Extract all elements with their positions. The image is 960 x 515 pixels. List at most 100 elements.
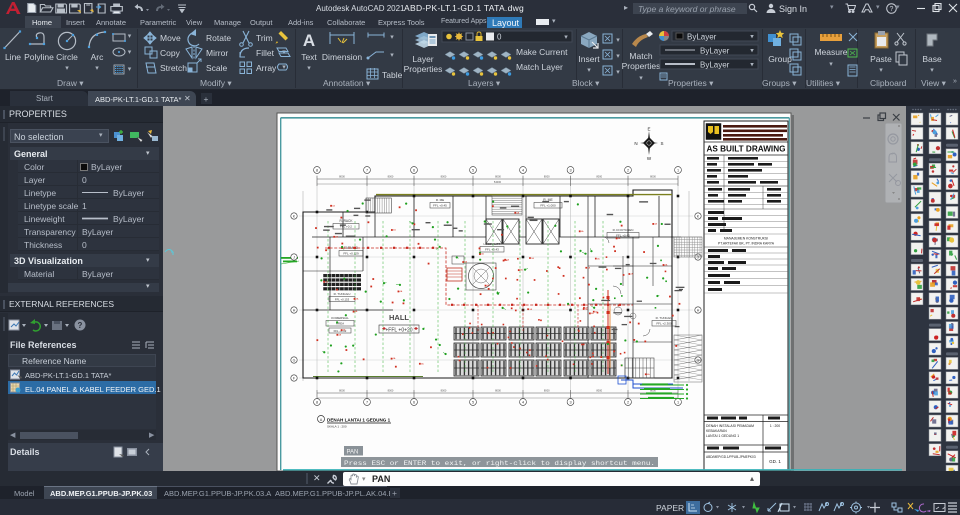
svg-text:J: J bbox=[293, 255, 295, 259]
svg-text:Fillet: Fillet bbox=[256, 48, 275, 58]
svg-text:2: 2 bbox=[627, 401, 629, 405]
svg-text:R. TUNGGU: R. TUNGGU bbox=[334, 292, 351, 296]
svg-text:▾: ▾ bbox=[930, 67, 934, 74]
svg-text:▾: ▾ bbox=[587, 67, 591, 74]
svg-text:?: ? bbox=[78, 321, 83, 330]
svg-text:2: 2 bbox=[627, 169, 629, 173]
svg-text:KOMERSIAL: KOMERSIAL bbox=[331, 316, 349, 320]
svg-text:PAN: PAN bbox=[347, 450, 359, 456]
svg-text:ABD/MEP/GD.1/PPUB-JPMEPK03: ABD/MEP/GD.1/PPUB-JPMEPK03 bbox=[706, 455, 756, 459]
svg-text:H: H bbox=[293, 308, 296, 312]
svg-text:8000: 8000 bbox=[650, 175, 656, 179]
svg-text:6: 6 bbox=[413, 169, 415, 173]
svg-text:FFL +0.43: FFL +0.43 bbox=[485, 248, 499, 252]
svg-text:A: A bbox=[303, 31, 315, 50]
svg-text:ByLayer: ByLayer bbox=[700, 47, 730, 56]
svg-text:1 : 200: 1 : 200 bbox=[770, 424, 780, 428]
svg-text:ByLayer: ByLayer bbox=[700, 61, 730, 70]
svg-text:Group: Group bbox=[768, 54, 792, 64]
svg-text:▾: ▾ bbox=[564, 34, 568, 41]
svg-text:SKALA 1 : 200: SKALA 1 : 200 bbox=[327, 425, 347, 429]
svg-text:▾: ▾ bbox=[750, 48, 754, 55]
svg-text:Array: Array bbox=[256, 63, 277, 73]
svg-text:Rotate: Rotate bbox=[206, 33, 231, 43]
svg-text:Move: Move bbox=[160, 33, 181, 43]
svg-text:Trim: Trim bbox=[256, 33, 273, 43]
svg-text:E: E bbox=[647, 127, 650, 132]
svg-text:Circle: Circle bbox=[56, 52, 78, 62]
svg-text:0: 0 bbox=[497, 33, 502, 42]
svg-text:4: 4 bbox=[522, 169, 524, 173]
svg-text:7: 7 bbox=[366, 169, 368, 173]
svg-text:▾: ▾ bbox=[390, 34, 394, 41]
svg-text:▾: ▾ bbox=[65, 65, 69, 72]
svg-text:R. TUNGGU: R. TUNGGU bbox=[656, 316, 673, 320]
svg-text:▾: ▾ bbox=[128, 33, 132, 40]
svg-text:▾: ▾ bbox=[750, 62, 754, 69]
svg-text:54000: 54000 bbox=[494, 180, 502, 184]
svg-text:AS BUILT DRAWING: AS BUILT DRAWING bbox=[707, 145, 786, 154]
svg-text:FFL +0.153: FFL +0.153 bbox=[335, 298, 350, 302]
svg-text:PT.ARTEFAK BK, PT. INDRA KARYA: PT.ARTEFAK BK, PT. INDRA KARYA bbox=[718, 242, 775, 246]
svg-text:Properties: Properties bbox=[622, 61, 661, 71]
svg-text:Stretch: Stretch bbox=[160, 63, 187, 73]
svg-text:▾: ▾ bbox=[616, 37, 620, 44]
svg-text:▾: ▾ bbox=[390, 52, 394, 59]
svg-text:5: 5 bbox=[472, 401, 474, 405]
svg-text:1: 1 bbox=[677, 169, 679, 173]
svg-text:Arc: Arc bbox=[91, 52, 105, 62]
svg-text:Line: Line bbox=[5, 52, 21, 62]
svg-text:▾: ▾ bbox=[128, 49, 132, 56]
svg-text:G: G bbox=[293, 358, 296, 362]
svg-text:1: 1 bbox=[677, 401, 679, 405]
svg-text:4: 4 bbox=[522, 401, 524, 405]
svg-text:▾: ▾ bbox=[95, 65, 99, 72]
svg-text:Base: Base bbox=[922, 54, 942, 64]
svg-text:Properties: Properties bbox=[404, 64, 443, 74]
svg-text:ByLayer: ByLayer bbox=[687, 33, 717, 42]
svg-text:▾: ▾ bbox=[307, 65, 311, 72]
svg-text:DENAH INSTALASI PEMADAM: DENAH INSTALASI PEMADAM bbox=[706, 424, 754, 428]
svg-text:7: 7 bbox=[366, 401, 368, 405]
svg-text:▾: ▾ bbox=[750, 34, 754, 41]
svg-text:8000: 8000 bbox=[495, 175, 501, 179]
svg-text:FFL +1.000: FFL +1.000 bbox=[540, 204, 556, 208]
svg-text:Measure: Measure bbox=[814, 47, 847, 57]
svg-text:DENAH LANTAI 1 GEDUNG 1: DENAH LANTAI 1 GEDUNG 1 bbox=[327, 418, 391, 423]
svg-text:Paste: Paste bbox=[870, 54, 892, 64]
svg-text:Make Current: Make Current bbox=[516, 47, 568, 57]
svg-text:KEBAKARAN: KEBAKARAN bbox=[706, 429, 727, 433]
svg-text:N: N bbox=[634, 141, 637, 146]
svg-text:GD. 1: GD. 1 bbox=[769, 459, 781, 464]
svg-text:FFL +2.300: FFL +2.300 bbox=[656, 322, 672, 326]
svg-text:R. ME: R. ME bbox=[436, 198, 444, 202]
svg-text:8: 8 bbox=[316, 401, 318, 405]
svg-text:MANAJEMEN KONSTRUKSI: MANAJEMEN KONSTRUKSI bbox=[724, 237, 768, 241]
svg-text:▾: ▾ bbox=[616, 69, 620, 76]
svg-text:Mirror: Mirror bbox=[206, 48, 228, 58]
svg-text:▾: ▾ bbox=[616, 53, 620, 60]
svg-text:8000: 8000 bbox=[544, 389, 550, 393]
svg-text:Match Layer: Match Layer bbox=[516, 62, 563, 72]
svg-text:Layer: Layer bbox=[412, 54, 433, 64]
svg-text:▾: ▾ bbox=[639, 75, 643, 82]
svg-text:Scale: Scale bbox=[206, 63, 228, 73]
svg-text:▾: ▾ bbox=[128, 66, 132, 73]
svg-text:3: 3 bbox=[569, 401, 571, 405]
svg-text:8000: 8000 bbox=[544, 175, 550, 179]
svg-text:8000: 8000 bbox=[441, 175, 447, 179]
svg-text:8000: 8000 bbox=[388, 175, 394, 179]
svg-text:8000: 8000 bbox=[596, 175, 602, 179]
svg-text:8: 8 bbox=[316, 169, 318, 173]
svg-text:H: H bbox=[697, 308, 700, 312]
svg-text:6: 6 bbox=[413, 401, 415, 405]
svg-text:8000: 8000 bbox=[596, 389, 602, 393]
svg-text:HALL: HALL bbox=[389, 313, 409, 322]
svg-text:3: 3 bbox=[569, 169, 571, 173]
svg-text:8000: 8000 bbox=[339, 175, 345, 179]
svg-text:Dimension: Dimension bbox=[322, 52, 362, 62]
svg-text:5: 5 bbox=[472, 169, 474, 173]
svg-text:R. RACK: R. RACK bbox=[340, 219, 354, 223]
svg-text:LOBBY LIFT: LOBBY LIFT bbox=[484, 242, 501, 246]
svg-text:Text: Text bbox=[301, 52, 317, 62]
